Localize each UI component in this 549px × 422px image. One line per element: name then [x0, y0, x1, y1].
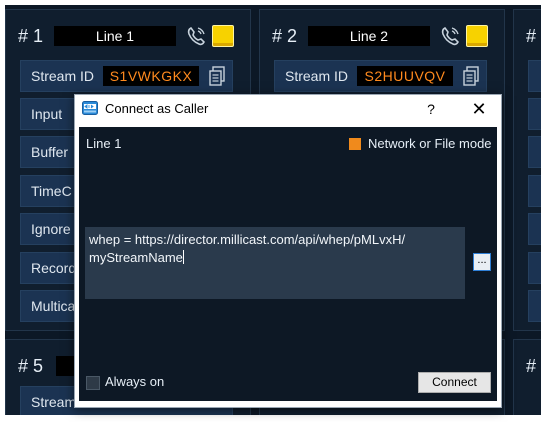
line-number: # 5: [18, 356, 44, 376]
mode-indicator[interactable]: [349, 138, 361, 150]
connect-button[interactable]: Connect: [418, 372, 491, 393]
always-on-label: Always on: [105, 374, 165, 389]
stream-id-label: Stream ID: [285, 68, 349, 84]
line-panel-3: #: [513, 9, 541, 331]
url-text: whep = https://director.millicast.com/ap…: [89, 232, 406, 265]
phone-icon[interactable]: [440, 25, 460, 47]
help-button[interactable]: ?: [417, 95, 445, 123]
stream-id-label: Stream: [31, 394, 77, 410]
browse-button[interactable]: ...: [473, 253, 491, 271]
row-label: Record: [31, 260, 77, 276]
dialog-titlebar[interactable]: Connect as Caller ? ✕: [75, 95, 501, 123]
app-icon: [82, 101, 98, 115]
stream-id-label: Stream ID: [31, 68, 95, 84]
panel3-row[interactable]: [528, 290, 541, 322]
stream-id-value: S2HUUVQV: [357, 66, 453, 86]
panel3-row[interactable]: [528, 213, 541, 245]
copy-icon[interactable]: [209, 66, 225, 86]
line-name-field[interactable]: Line 1: [54, 26, 176, 46]
close-button[interactable]: ✕: [459, 95, 499, 123]
always-on-checkbox[interactable]: [86, 376, 100, 390]
stream-id-row: Stream ID S2HUUVQV: [274, 60, 487, 92]
panel3-row[interactable]: [528, 252, 541, 284]
row-label: TimeC: [31, 183, 72, 199]
panel3-row[interactable]: [528, 98, 541, 130]
line-label: Line 1: [86, 136, 122, 151]
text-caret: [182, 250, 184, 264]
line-number: #: [526, 356, 537, 376]
line-name-field[interactable]: Line 2: [308, 26, 430, 46]
connect-as-caller-dialog: Connect as Caller ? ✕ Line 1 Network or …: [74, 94, 502, 408]
dialog-body: Line 1 Network or File mode whep = https…: [79, 127, 497, 401]
row-label: Input: [31, 106, 63, 122]
copy-icon[interactable]: [463, 66, 479, 86]
stream-id-value: S1VWKGKX: [103, 66, 199, 86]
line-number: # 2: [272, 26, 298, 46]
panel3-row[interactable]: [528, 60, 541, 92]
dialog-title: Connect as Caller: [105, 101, 209, 116]
line-panel-7: #: [513, 339, 541, 415]
url-input[interactable]: whep = https://director.millicast.com/ap…: [85, 227, 465, 299]
status-led[interactable]: [466, 25, 488, 47]
panel3-row[interactable]: [528, 175, 541, 207]
line-number: #: [526, 26, 537, 46]
panel3-row[interactable]: [528, 136, 541, 168]
mode-label: Network or File mode: [368, 136, 492, 151]
phone-icon[interactable]: [186, 25, 206, 47]
stream-id-row: Stream ID S1VWKGKX: [20, 60, 233, 92]
line-number: # 1: [18, 26, 44, 46]
status-led[interactable]: [212, 25, 234, 47]
row-label: Buffer: [31, 144, 69, 160]
row-label: Ignore: [31, 221, 71, 237]
